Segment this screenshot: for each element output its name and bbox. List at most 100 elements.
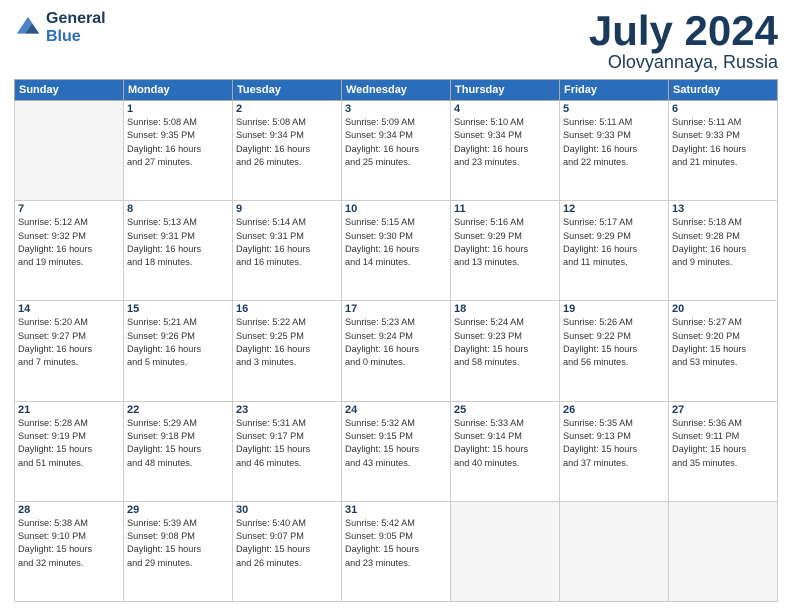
day-number: 1 bbox=[127, 103, 229, 115]
table-row: 30Sunrise: 5:40 AMSunset: 9:07 PMDayligh… bbox=[233, 501, 342, 601]
day-number: 25 bbox=[454, 404, 556, 416]
calendar-row-3: 14Sunrise: 5:20 AMSunset: 9:27 PMDayligh… bbox=[15, 301, 778, 401]
day-number: 6 bbox=[672, 103, 774, 115]
day-number: 15 bbox=[127, 303, 229, 315]
day-detail: Sunrise: 5:08 AMSunset: 9:35 PMDaylight:… bbox=[127, 116, 229, 169]
day-number: 3 bbox=[345, 103, 447, 115]
table-row: 10Sunrise: 5:15 AMSunset: 9:30 PMDayligh… bbox=[342, 201, 451, 301]
day-detail: Sunrise: 5:28 AMSunset: 9:19 PMDaylight:… bbox=[18, 417, 120, 470]
day-detail: Sunrise: 5:42 AMSunset: 9:05 PMDaylight:… bbox=[345, 517, 447, 570]
day-detail: Sunrise: 5:10 AMSunset: 9:34 PMDaylight:… bbox=[454, 116, 556, 169]
day-detail: Sunrise: 5:17 AMSunset: 9:29 PMDaylight:… bbox=[563, 216, 665, 269]
day-number: 17 bbox=[345, 303, 447, 315]
table-row bbox=[451, 501, 560, 601]
table-row: 7Sunrise: 5:12 AMSunset: 9:32 PMDaylight… bbox=[15, 201, 124, 301]
title-area: July 2024 Olovyannaya, Russia bbox=[589, 10, 778, 73]
table-row: 20Sunrise: 5:27 AMSunset: 9:20 PMDayligh… bbox=[669, 301, 778, 401]
day-number: 10 bbox=[345, 203, 447, 215]
day-detail: Sunrise: 5:16 AMSunset: 9:29 PMDaylight:… bbox=[454, 216, 556, 269]
table-row: 26Sunrise: 5:35 AMSunset: 9:13 PMDayligh… bbox=[560, 401, 669, 501]
day-detail: Sunrise: 5:29 AMSunset: 9:18 PMDaylight:… bbox=[127, 417, 229, 470]
page: General Blue July 2024 Olovyannaya, Russ… bbox=[0, 0, 792, 612]
table-row: 17Sunrise: 5:23 AMSunset: 9:24 PMDayligh… bbox=[342, 301, 451, 401]
day-detail: Sunrise: 5:39 AMSunset: 9:08 PMDaylight:… bbox=[127, 517, 229, 570]
day-number: 4 bbox=[454, 103, 556, 115]
day-detail: Sunrise: 5:32 AMSunset: 9:15 PMDaylight:… bbox=[345, 417, 447, 470]
day-number: 26 bbox=[563, 404, 665, 416]
table-row bbox=[669, 501, 778, 601]
table-row: 4Sunrise: 5:10 AMSunset: 9:34 PMDaylight… bbox=[451, 101, 560, 201]
day-number: 29 bbox=[127, 504, 229, 516]
day-number: 9 bbox=[236, 203, 338, 215]
day-detail: Sunrise: 5:27 AMSunset: 9:20 PMDaylight:… bbox=[672, 316, 774, 369]
table-row: 28Sunrise: 5:38 AMSunset: 9:10 PMDayligh… bbox=[15, 501, 124, 601]
calendar-header-row: Sunday Monday Tuesday Wednesday Thursday… bbox=[15, 80, 778, 101]
day-number: 16 bbox=[236, 303, 338, 315]
table-row: 24Sunrise: 5:32 AMSunset: 9:15 PMDayligh… bbox=[342, 401, 451, 501]
day-detail: Sunrise: 5:15 AMSunset: 9:30 PMDaylight:… bbox=[345, 216, 447, 269]
table-row: 25Sunrise: 5:33 AMSunset: 9:14 PMDayligh… bbox=[451, 401, 560, 501]
day-number: 21 bbox=[18, 404, 120, 416]
calendar-row-5: 28Sunrise: 5:38 AMSunset: 9:10 PMDayligh… bbox=[15, 501, 778, 601]
table-row: 27Sunrise: 5:36 AMSunset: 9:11 PMDayligh… bbox=[669, 401, 778, 501]
col-wednesday: Wednesday bbox=[342, 80, 451, 101]
day-number: 31 bbox=[345, 504, 447, 516]
calendar-table: Sunday Monday Tuesday Wednesday Thursday… bbox=[14, 79, 778, 602]
day-detail: Sunrise: 5:26 AMSunset: 9:22 PMDaylight:… bbox=[563, 316, 665, 369]
calendar-row-4: 21Sunrise: 5:28 AMSunset: 9:19 PMDayligh… bbox=[15, 401, 778, 501]
table-row: 2Sunrise: 5:08 AMSunset: 9:34 PMDaylight… bbox=[233, 101, 342, 201]
day-number: 8 bbox=[127, 203, 229, 215]
month-title: July 2024 bbox=[589, 10, 778, 52]
day-detail: Sunrise: 5:38 AMSunset: 9:10 PMDaylight:… bbox=[18, 517, 120, 570]
day-number: 22 bbox=[127, 404, 229, 416]
col-sunday: Sunday bbox=[15, 80, 124, 101]
day-number: 27 bbox=[672, 404, 774, 416]
day-detail: Sunrise: 5:36 AMSunset: 9:11 PMDaylight:… bbox=[672, 417, 774, 470]
day-number: 11 bbox=[454, 203, 556, 215]
col-tuesday: Tuesday bbox=[233, 80, 342, 101]
day-detail: Sunrise: 5:13 AMSunset: 9:31 PMDaylight:… bbox=[127, 216, 229, 269]
day-detail: Sunrise: 5:23 AMSunset: 9:24 PMDaylight:… bbox=[345, 316, 447, 369]
logo-text: General Blue bbox=[46, 10, 106, 46]
day-number: 23 bbox=[236, 404, 338, 416]
table-row: 6Sunrise: 5:11 AMSunset: 9:33 PMDaylight… bbox=[669, 101, 778, 201]
day-number: 14 bbox=[18, 303, 120, 315]
day-detail: Sunrise: 5:11 AMSunset: 9:33 PMDaylight:… bbox=[563, 116, 665, 169]
table-row: 15Sunrise: 5:21 AMSunset: 9:26 PMDayligh… bbox=[124, 301, 233, 401]
table-row: 11Sunrise: 5:16 AMSunset: 9:29 PMDayligh… bbox=[451, 201, 560, 301]
table-row: 1Sunrise: 5:08 AMSunset: 9:35 PMDaylight… bbox=[124, 101, 233, 201]
day-detail: Sunrise: 5:11 AMSunset: 9:33 PMDaylight:… bbox=[672, 116, 774, 169]
day-number: 13 bbox=[672, 203, 774, 215]
day-detail: Sunrise: 5:35 AMSunset: 9:13 PMDaylight:… bbox=[563, 417, 665, 470]
col-saturday: Saturday bbox=[669, 80, 778, 101]
table-row: 9Sunrise: 5:14 AMSunset: 9:31 PMDaylight… bbox=[233, 201, 342, 301]
calendar-row-1: 1Sunrise: 5:08 AMSunset: 9:35 PMDaylight… bbox=[15, 101, 778, 201]
table-row: 12Sunrise: 5:17 AMSunset: 9:29 PMDayligh… bbox=[560, 201, 669, 301]
day-detail: Sunrise: 5:14 AMSunset: 9:31 PMDaylight:… bbox=[236, 216, 338, 269]
day-number: 20 bbox=[672, 303, 774, 315]
day-detail: Sunrise: 5:21 AMSunset: 9:26 PMDaylight:… bbox=[127, 316, 229, 369]
table-row: 3Sunrise: 5:09 AMSunset: 9:34 PMDaylight… bbox=[342, 101, 451, 201]
table-row: 16Sunrise: 5:22 AMSunset: 9:25 PMDayligh… bbox=[233, 301, 342, 401]
day-number: 28 bbox=[18, 504, 120, 516]
day-detail: Sunrise: 5:33 AMSunset: 9:14 PMDaylight:… bbox=[454, 417, 556, 470]
location-title: Olovyannaya, Russia bbox=[589, 52, 778, 73]
table-row bbox=[560, 501, 669, 601]
logo-icon bbox=[14, 14, 42, 42]
table-row: 22Sunrise: 5:29 AMSunset: 9:18 PMDayligh… bbox=[124, 401, 233, 501]
col-friday: Friday bbox=[560, 80, 669, 101]
table-row: 8Sunrise: 5:13 AMSunset: 9:31 PMDaylight… bbox=[124, 201, 233, 301]
day-number: 12 bbox=[563, 203, 665, 215]
day-detail: Sunrise: 5:18 AMSunset: 9:28 PMDaylight:… bbox=[672, 216, 774, 269]
day-number: 24 bbox=[345, 404, 447, 416]
table-row: 31Sunrise: 5:42 AMSunset: 9:05 PMDayligh… bbox=[342, 501, 451, 601]
col-thursday: Thursday bbox=[451, 80, 560, 101]
table-row: 13Sunrise: 5:18 AMSunset: 9:28 PMDayligh… bbox=[669, 201, 778, 301]
col-monday: Monday bbox=[124, 80, 233, 101]
day-detail: Sunrise: 5:09 AMSunset: 9:34 PMDaylight:… bbox=[345, 116, 447, 169]
table-row bbox=[15, 101, 124, 201]
day-number: 30 bbox=[236, 504, 338, 516]
day-number: 2 bbox=[236, 103, 338, 115]
table-row: 23Sunrise: 5:31 AMSunset: 9:17 PMDayligh… bbox=[233, 401, 342, 501]
day-number: 19 bbox=[563, 303, 665, 315]
